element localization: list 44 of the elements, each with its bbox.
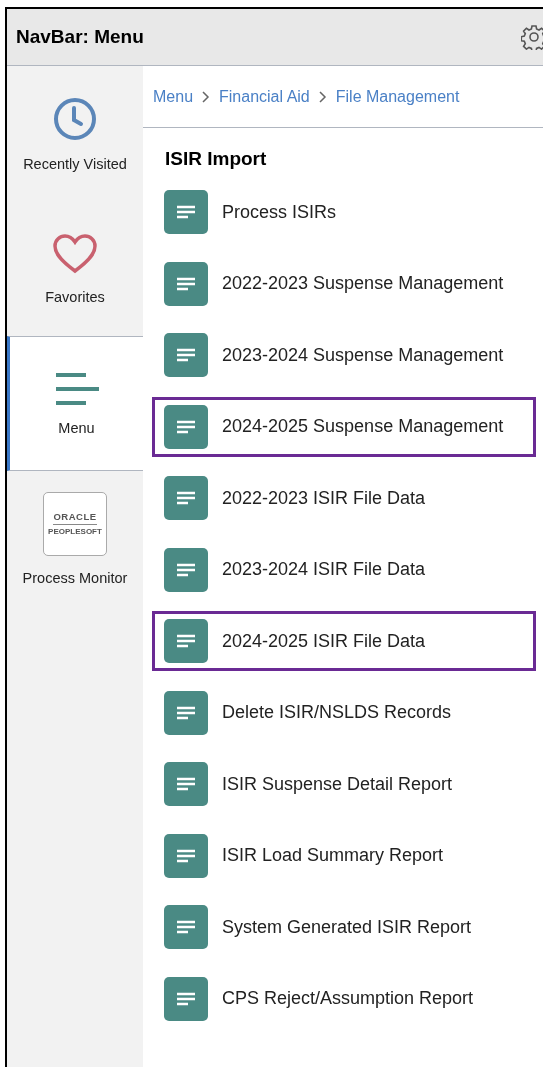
breadcrumb-link[interactable]: Menu xyxy=(153,87,194,106)
document-lines-icon xyxy=(164,976,208,1021)
menu-icon xyxy=(53,371,100,406)
document-lines-icon xyxy=(164,333,208,377)
oracle-peoplesoft-logo: ORACLE PEOPLESOFT xyxy=(43,491,107,556)
document-lines-icon xyxy=(164,905,208,949)
settings-icon[interactable] xyxy=(521,24,543,50)
document-lines-icon xyxy=(164,619,208,663)
document-lines-icon xyxy=(164,261,208,306)
sidebar-label: Process Monitor xyxy=(22,569,128,586)
section-title: ISIR Import xyxy=(165,148,268,170)
sidebar-item[interactable]: Menu xyxy=(7,336,143,471)
menu-item[interactable]: System Generated ISIR Report xyxy=(152,897,536,957)
sidebar-label: Recently Visited xyxy=(23,155,127,172)
document-lines-icon xyxy=(164,762,208,806)
document-lines-icon xyxy=(164,404,208,449)
menu-item[interactable]: ISIR Suspense Detail Report xyxy=(152,754,536,814)
breadcrumb-link[interactable]: Financial Aid xyxy=(219,87,310,106)
menu-item[interactable]: 2022-2023 Suspense Management xyxy=(152,253,536,314)
menu-item[interactable]: CPS Reject/Assumption Report xyxy=(152,968,536,1029)
menu-item[interactable]: 2022-2023 ISIR File Data xyxy=(152,468,536,528)
document-lines-icon xyxy=(164,833,208,878)
document-lines-icon xyxy=(164,476,208,520)
menu-item[interactable]: ISIR Load Summary Report xyxy=(152,825,536,886)
menu-item[interactable]: Delete ISIR/NSLDS Records xyxy=(152,682,536,743)
menu-item[interactable]: 2024-2025 Suspense Management xyxy=(152,396,536,457)
sidebar-label: Favorites xyxy=(45,288,105,305)
document-lines-icon xyxy=(164,547,208,592)
menu-item[interactable]: Process ISIRs xyxy=(152,182,536,242)
chevron-right-icon xyxy=(318,90,327,103)
menu-item[interactable]: 2024-2025 ISIR File Data xyxy=(152,611,536,671)
sidebar-item[interactable]: ORACLE PEOPLESOFT Process Monitor xyxy=(7,471,143,606)
document-lines-icon xyxy=(164,190,208,234)
sidebar-item[interactable]: Recently Visited xyxy=(7,66,143,201)
chevron-right-icon xyxy=(202,90,211,103)
navbar-title: NavBar: Menu xyxy=(16,26,144,48)
sidebar-label: Menu xyxy=(58,419,95,436)
heart-icon xyxy=(52,232,98,275)
sidebar-item[interactable]: Favorites xyxy=(7,201,143,336)
clock-icon xyxy=(52,95,98,142)
breadcrumb-link[interactable]: File Management xyxy=(335,87,460,106)
document-lines-icon xyxy=(164,690,208,735)
menu-item[interactable]: 2023-2024 ISIR File Data xyxy=(152,539,536,600)
menu-item[interactable]: 2023-2024 Suspense Management xyxy=(152,325,536,385)
